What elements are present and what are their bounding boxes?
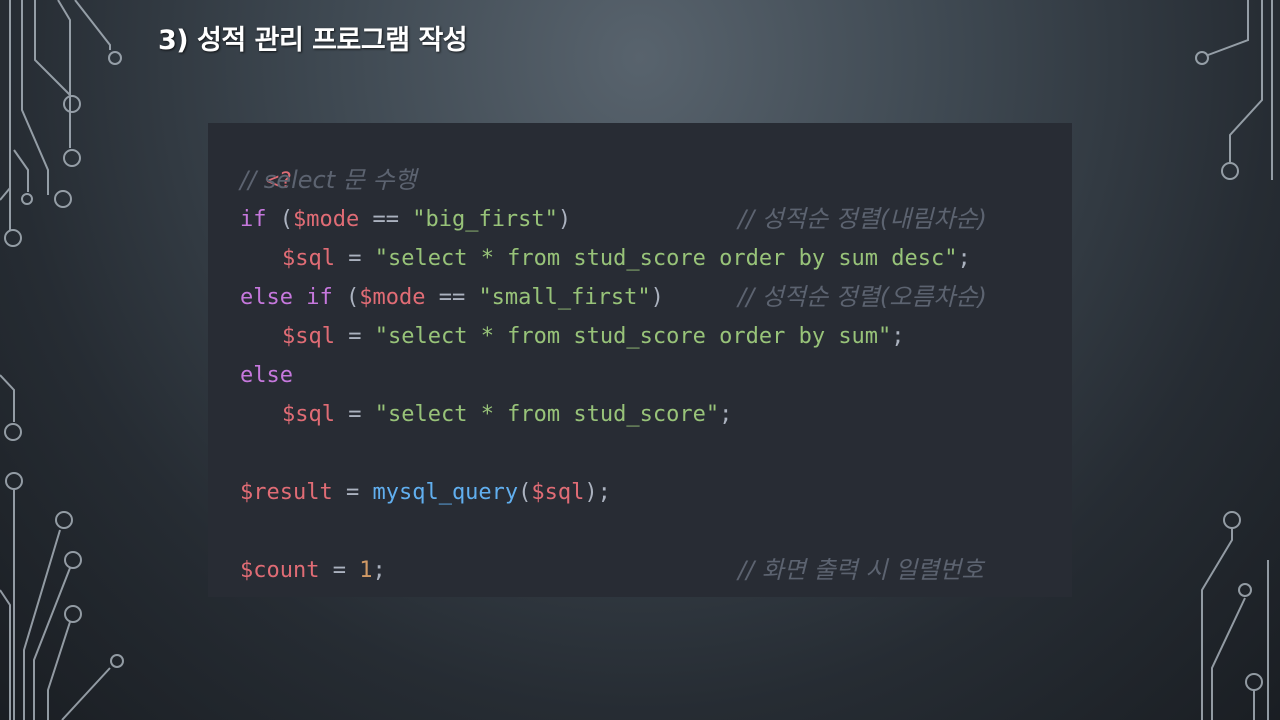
operator-eq: == (359, 207, 413, 232)
slide-title: 3) 성적 관리 프로그램 작성 (158, 25, 468, 56)
string-big-first: "big_first" (412, 207, 558, 232)
keyword-else-if: else if (240, 285, 333, 310)
semicolon: ; (372, 558, 386, 583)
string-query-desc: "select * from stud_score order by sum d… (374, 246, 958, 271)
code-line-else-if: else if ($mode == "small_first") (240, 278, 664, 317)
code-line-if: if ($mode == "big_first") (240, 200, 571, 239)
variable-mode: $mode (293, 207, 360, 232)
paren-open: ( (266, 207, 293, 232)
operator-assign: = (334, 402, 375, 427)
string-query-plain: "select * from stud_score" (374, 402, 720, 427)
variable-sql-arg: $sql (531, 480, 585, 505)
code-line-else: else (240, 356, 293, 395)
code-line-sql-desc: $sql = "select * from stud_score order b… (282, 239, 971, 278)
paren-open: ( (518, 480, 532, 505)
string-small-first: "small_first" (478, 285, 651, 310)
code-comment-desc: // 성적순 정렬(내림차순) (738, 205, 987, 233)
semicolon: ; (719, 402, 733, 427)
keyword-else: else (240, 363, 293, 388)
variable-result: $result (240, 480, 333, 505)
code-line-result: $result = mysql_query($sql); (240, 473, 611, 512)
code-line-open-tag: <? (213, 123, 293, 194)
code-line-count: $count = 1; (240, 551, 386, 590)
number-one: 1 (359, 558, 373, 583)
code-comment-select: // select 문 수행 (240, 166, 417, 194)
code-comment-serial: // 화면 출력 시 일렬번호 (738, 556, 984, 584)
operator-assign: = (319, 558, 360, 583)
function-mysql-query: mysql_query (372, 480, 519, 505)
variable-mode: $mode (359, 285, 426, 310)
variable-sql: $sql (282, 246, 335, 271)
code-block: <? // select 문 수행 if ($mode == "big_firs… (208, 123, 1072, 597)
code-line-sql-plain: $sql = "select * from stud_score"; (282, 395, 732, 434)
paren-close: ); (584, 480, 611, 505)
variable-sql: $sql (282, 324, 335, 349)
paren-close: ) (650, 285, 664, 310)
code-line-sql-asc: $sql = "select * from stud_score order b… (282, 317, 905, 356)
operator-assign: = (334, 246, 375, 271)
keyword-if: if (240, 207, 267, 232)
variable-count: $count (240, 558, 320, 583)
semicolon: ; (957, 246, 971, 271)
operator-assign: = (334, 324, 375, 349)
operator-assign: = (332, 480, 373, 505)
string-query-asc: "select * from stud_score order by sum" (374, 324, 892, 349)
semicolon: ; (891, 324, 905, 349)
code-comment-asc: // 성적순 정렬(오름차순) (738, 283, 987, 311)
variable-sql: $sql (282, 402, 335, 427)
operator-eq: == (425, 285, 479, 310)
paren-close: ) (557, 207, 572, 232)
paren-open: ( (332, 285, 360, 310)
